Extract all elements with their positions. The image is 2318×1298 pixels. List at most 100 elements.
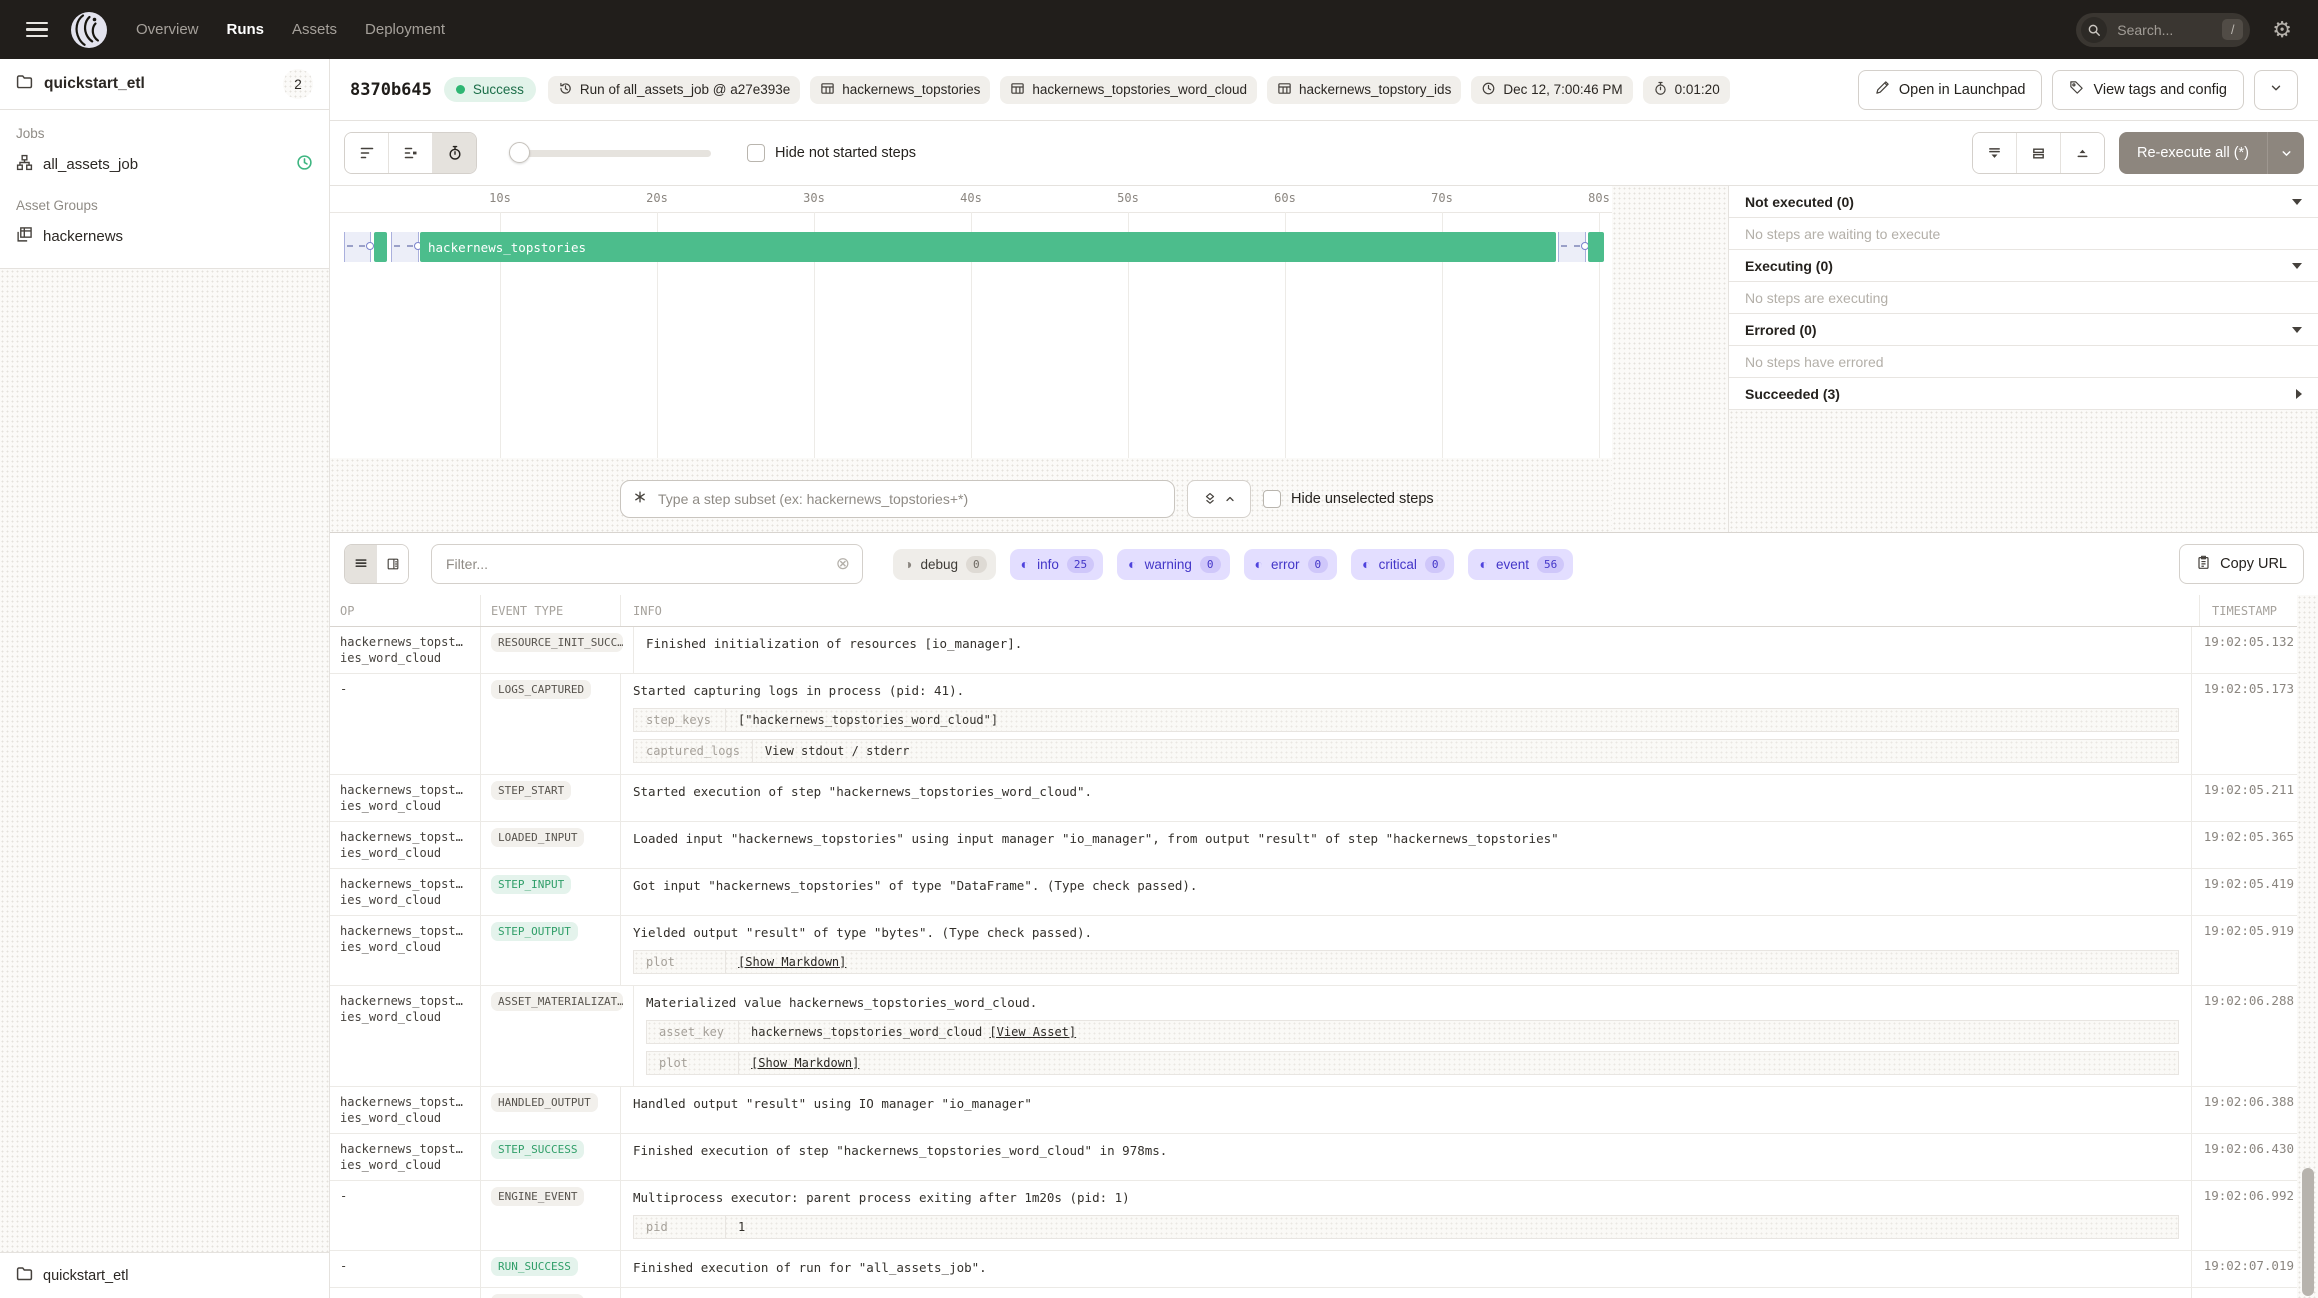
filter-level-warning[interactable]: ◐ warning 0 — [1117, 548, 1230, 580]
gantt-step-segment[interactable] — [1588, 232, 1604, 262]
sidebar-item-all-assets-job[interactable]: all_assets_job — [0, 147, 329, 182]
reexecute-all-button[interactable]: Re-execute all (*) — [2119, 132, 2267, 174]
step-status-section-header[interactable]: Not executed (0) — [1729, 186, 2318, 218]
metadata-value-text: 1 — [738, 1220, 746, 1234]
log-metadata-entry: asset_key hackernews_topstories_word_clou… — [646, 1020, 2179, 1044]
scroll-to-bottom-button[interactable] — [1972, 133, 2016, 173]
hide-unselected-checkbox[interactable] — [1263, 490, 1281, 508]
open-launchpad-label: Open in Launchpad — [1898, 81, 2026, 98]
metadata-link[interactable]: [Show Markdown] — [738, 955, 846, 969]
slider-knob[interactable] — [509, 142, 530, 163]
metadata-key: plot — [647, 1052, 739, 1074]
log-event-type-cell: STEP_START — [480, 775, 620, 821]
toggle-half-circle-icon: ◐ — [1479, 556, 1488, 572]
gantt-flat-view-button[interactable] — [345, 133, 388, 173]
toggle-half-circle-icon: ◐ — [1020, 556, 1030, 572]
level-label: debug — [920, 556, 959, 572]
gantt-zoom-slider[interactable] — [509, 142, 711, 163]
log-op-cell: hackernews_topst… ies_word_cloud — [340, 1095, 463, 1125]
view-tags-config-button[interactable]: View tags and config — [2052, 69, 2244, 110]
log-scrollbar-track[interactable] — [2297, 595, 2318, 1298]
run-tag-chip[interactable]: Dec 12, 7:00:46 PM — [1471, 75, 1633, 104]
nav-item-deployment[interactable]: Deployment — [365, 21, 445, 38]
nav-item-runs[interactable]: Runs — [227, 21, 265, 38]
search-input[interactable] — [2115, 20, 2223, 39]
graph-query-toggle-button[interactable] — [1187, 480, 1251, 518]
log-filter-input[interactable] — [444, 555, 828, 573]
step-subset-input[interactable] — [656, 490, 1162, 508]
log-op-cell: hackernews_topst… ies_word_cloud — [340, 994, 463, 1024]
chevron-right-icon — [2296, 388, 2302, 399]
log-structured-view-button[interactable] — [376, 545, 408, 583]
gantt-step-segment[interactable] — [374, 232, 387, 262]
reexecute-options-button[interactable] — [2267, 132, 2304, 174]
run-tag-chip[interactable]: 0:01:20 — [1642, 75, 1730, 104]
log-row: hackernews_topst… ies_word_cloud STEP_SUC… — [330, 1134, 2318, 1181]
timeline-tick: 70s — [1431, 191, 1453, 205]
run-more-actions-button[interactable] — [2254, 69, 2298, 110]
sidebar-empty-area — [0, 269, 329, 1252]
clear-filter-icon[interactable]: ⊗ — [836, 554, 850, 574]
log-row: hackernews_topst… ies_word_cloud HANDLED_… — [330, 1087, 2318, 1134]
step-status-section-header[interactable]: Succeeded (3) — [1729, 378, 2318, 410]
gantt-timed-view-button[interactable] — [432, 133, 476, 173]
filter-level-info[interactable]: ◐ info 25 — [1009, 548, 1104, 580]
step-status-section-header[interactable]: Errored (0) — [1729, 314, 2318, 346]
sidebar-footer[interactable]: quickstart_etl — [0, 1252, 329, 1298]
log-filter-inputbox: ⊗ — [431, 544, 863, 584]
log-info-text: Multiprocess executor: parent process ex… — [633, 1190, 1130, 1205]
copy-url-button[interactable]: Copy URL — [2179, 544, 2304, 584]
open-launchpad-button[interactable]: Open in Launchpad — [1857, 69, 2043, 110]
run-tag-chip[interactable]: hackernews_topstories — [810, 75, 991, 104]
log-event-type-cell: STEP_OUTPUT — [480, 916, 620, 985]
global-search[interactable]: / — [2076, 12, 2251, 47]
log-info-text: Started execution of step "hackernews_to… — [633, 784, 1093, 799]
gantt-bar-hackernews-topstories[interactable]: hackernews_topstories — [420, 232, 1556, 262]
filter-level-critical[interactable]: ◐ critical 0 — [1351, 548, 1455, 580]
log-row: - RUN_SUCCESS Finished execution of run fo… — [330, 1251, 2318, 1288]
column-header-op: OP — [340, 603, 355, 618]
log-info-text: Yielded output "result" of type "bytes".… — [633, 925, 1093, 940]
filter-level-event[interactable]: ◐ event 56 — [1468, 548, 1574, 580]
log-row: hackernews_topst… ies_word_cloud RESOURCE… — [330, 627, 2318, 674]
log-scrollbar-thumb[interactable] — [2302, 1168, 2314, 1296]
metadata-value-text: hackernews_topstories_word_cloud — [751, 1025, 990, 1039]
log-event-type-cell: STEP_INPUT — [480, 869, 620, 915]
metadata-value-text: ["hackernews_topstories_word_cloud"] — [738, 713, 999, 727]
scroll-to-top-button[interactable] — [2059, 133, 2104, 173]
metadata-key: pid — [634, 1216, 726, 1238]
fit-rows-button[interactable] — [2015, 133, 2060, 173]
sidebar-item-hackernews[interactable]: hackernews — [0, 219, 329, 254]
metadata-link[interactable]: [View Asset] — [989, 1025, 1076, 1039]
sidebar-repo-header[interactable]: quickstart_etl 2 — [0, 59, 329, 110]
event-type-badge: LOGS_CAPTURED — [491, 680, 592, 699]
nav-item-overview[interactable]: Overview — [136, 21, 199, 38]
schedule-clock-icon — [296, 154, 313, 175]
run-tag-label: 0:01:20 — [1674, 82, 1720, 97]
hide-not-started-checkbox[interactable] — [747, 144, 765, 162]
step-status-section-header[interactable]: Executing (0) — [1729, 250, 2318, 282]
run-tag-chip[interactable]: hackernews_topstory_ids — [1266, 75, 1462, 104]
run-tag-chip[interactable]: Run of all_assets_job @ a27e393e — [547, 75, 801, 104]
gear-icon[interactable]: ⚙ — [2272, 18, 2292, 41]
log-info-text: Handled output "result" using IO manager… — [633, 1096, 1032, 1111]
log-row: hackernews_topst… ies_word_cloud LOADED_I… — [330, 822, 2318, 869]
filter-level-error[interactable]: ◐ error 0 — [1243, 548, 1338, 580]
log-op-cell: hackernews_topst… ies_word_cloud — [340, 830, 463, 860]
step-subset-row: Hide unselected steps — [620, 480, 1434, 518]
log-toolbar: ⊗ ◑ debug 0 ◐ info 25 ◐ warning 0 ◐ error 0 ◐ critica… — [330, 533, 2318, 595]
run-tag-chip[interactable]: hackernews_topstories_word_cloud — [1000, 75, 1257, 104]
timeline-tick: 50s — [1117, 191, 1139, 205]
log-list-view-button[interactable] — [345, 545, 376, 583]
nav-item-assets[interactable]: Assets — [292, 21, 337, 38]
gantt-waterfall-view-button[interactable] — [388, 133, 432, 173]
column-header-event-type: EVENT TYPE — [480, 595, 620, 626]
filter-level-debug[interactable]: ◑ debug 0 — [893, 548, 996, 580]
log-info-text: Materialized value hackernews_topstories… — [646, 995, 1038, 1010]
metadata-link[interactable]: [Show Markdown] — [751, 1056, 859, 1070]
run-tag-label: hackernews_topstory_ids — [1298, 82, 1452, 97]
dagster-logo-icon[interactable] — [70, 11, 108, 49]
top-nav: Overview Runs Assets Deployment / ⚙ — [0, 0, 2318, 59]
menu-icon[interactable] — [26, 21, 48, 38]
log-event-type-cell: RUN_SUCCESS — [480, 1251, 620, 1287]
